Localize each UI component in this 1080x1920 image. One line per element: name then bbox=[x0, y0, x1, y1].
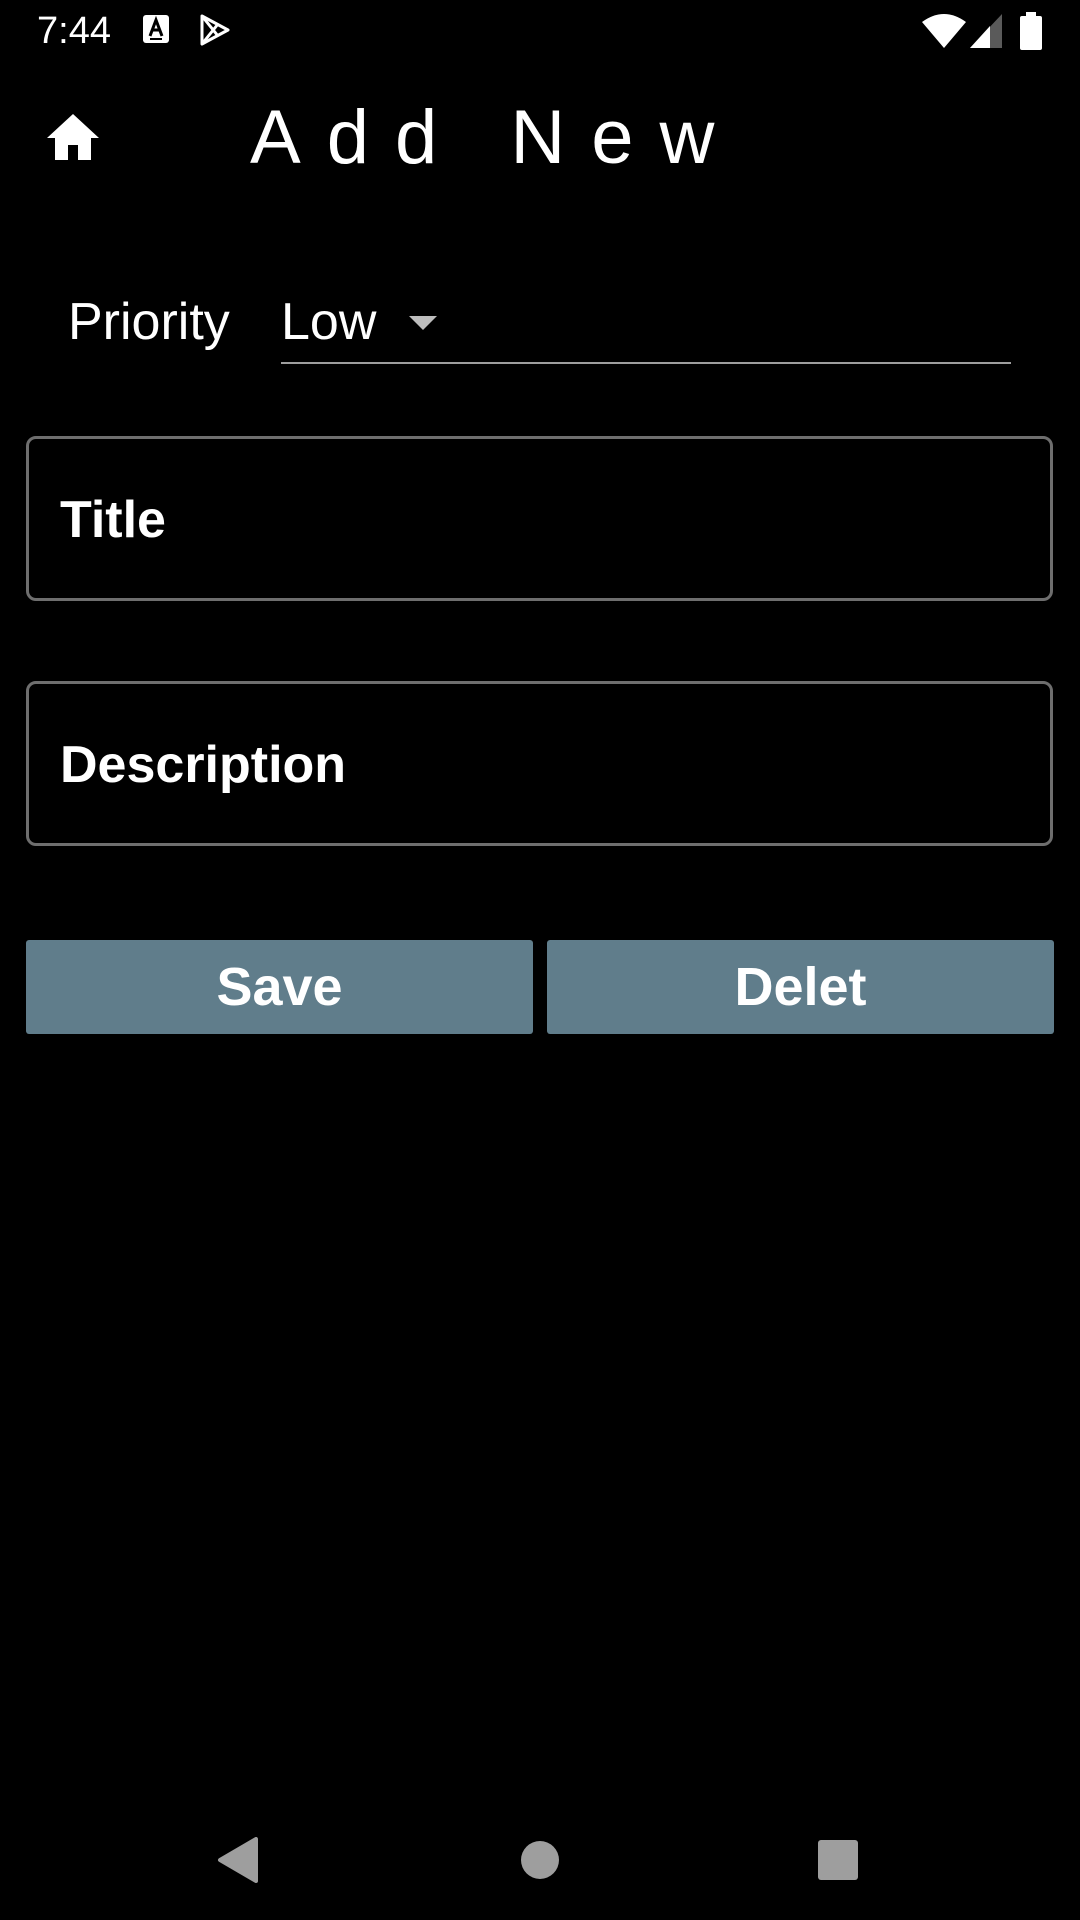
back-icon bbox=[218, 1837, 258, 1883]
priority-label: Priority bbox=[68, 293, 230, 351]
recents-icon bbox=[818, 1840, 858, 1880]
app-bar: Add New bbox=[0, 62, 1080, 212]
signal-icon bbox=[970, 14, 1002, 48]
play-store-icon bbox=[200, 14, 230, 46]
home-nav-button[interactable] bbox=[510, 1830, 570, 1890]
font-a-icon bbox=[143, 15, 169, 43]
recents-button[interactable] bbox=[808, 1830, 868, 1890]
status-time: 7:44 bbox=[37, 10, 111, 52]
description-placeholder: Description bbox=[60, 736, 347, 794]
home-circle-icon bbox=[521, 1841, 559, 1879]
home-button[interactable] bbox=[38, 102, 108, 172]
page-title: Add New bbox=[250, 95, 741, 180]
save-button[interactable]: Save bbox=[26, 940, 533, 1034]
description-field[interactable]: Description bbox=[26, 681, 1053, 846]
battery-icon bbox=[1020, 12, 1042, 50]
home-icon bbox=[47, 114, 99, 160]
delete-button[interactable]: Delet bbox=[547, 940, 1054, 1034]
dropdown-arrow-icon bbox=[409, 316, 437, 330]
priority-dropdown[interactable]: Low bbox=[281, 282, 1011, 364]
navigation-bar bbox=[0, 1800, 1080, 1920]
back-button[interactable] bbox=[208, 1830, 268, 1890]
wifi-icon bbox=[922, 14, 966, 48]
status-bar: 7:44 bbox=[0, 0, 1080, 62]
title-field[interactable]: Title bbox=[26, 436, 1053, 601]
title-placeholder: Title bbox=[60, 491, 166, 549]
priority-selected-value: Low bbox=[281, 293, 377, 351]
